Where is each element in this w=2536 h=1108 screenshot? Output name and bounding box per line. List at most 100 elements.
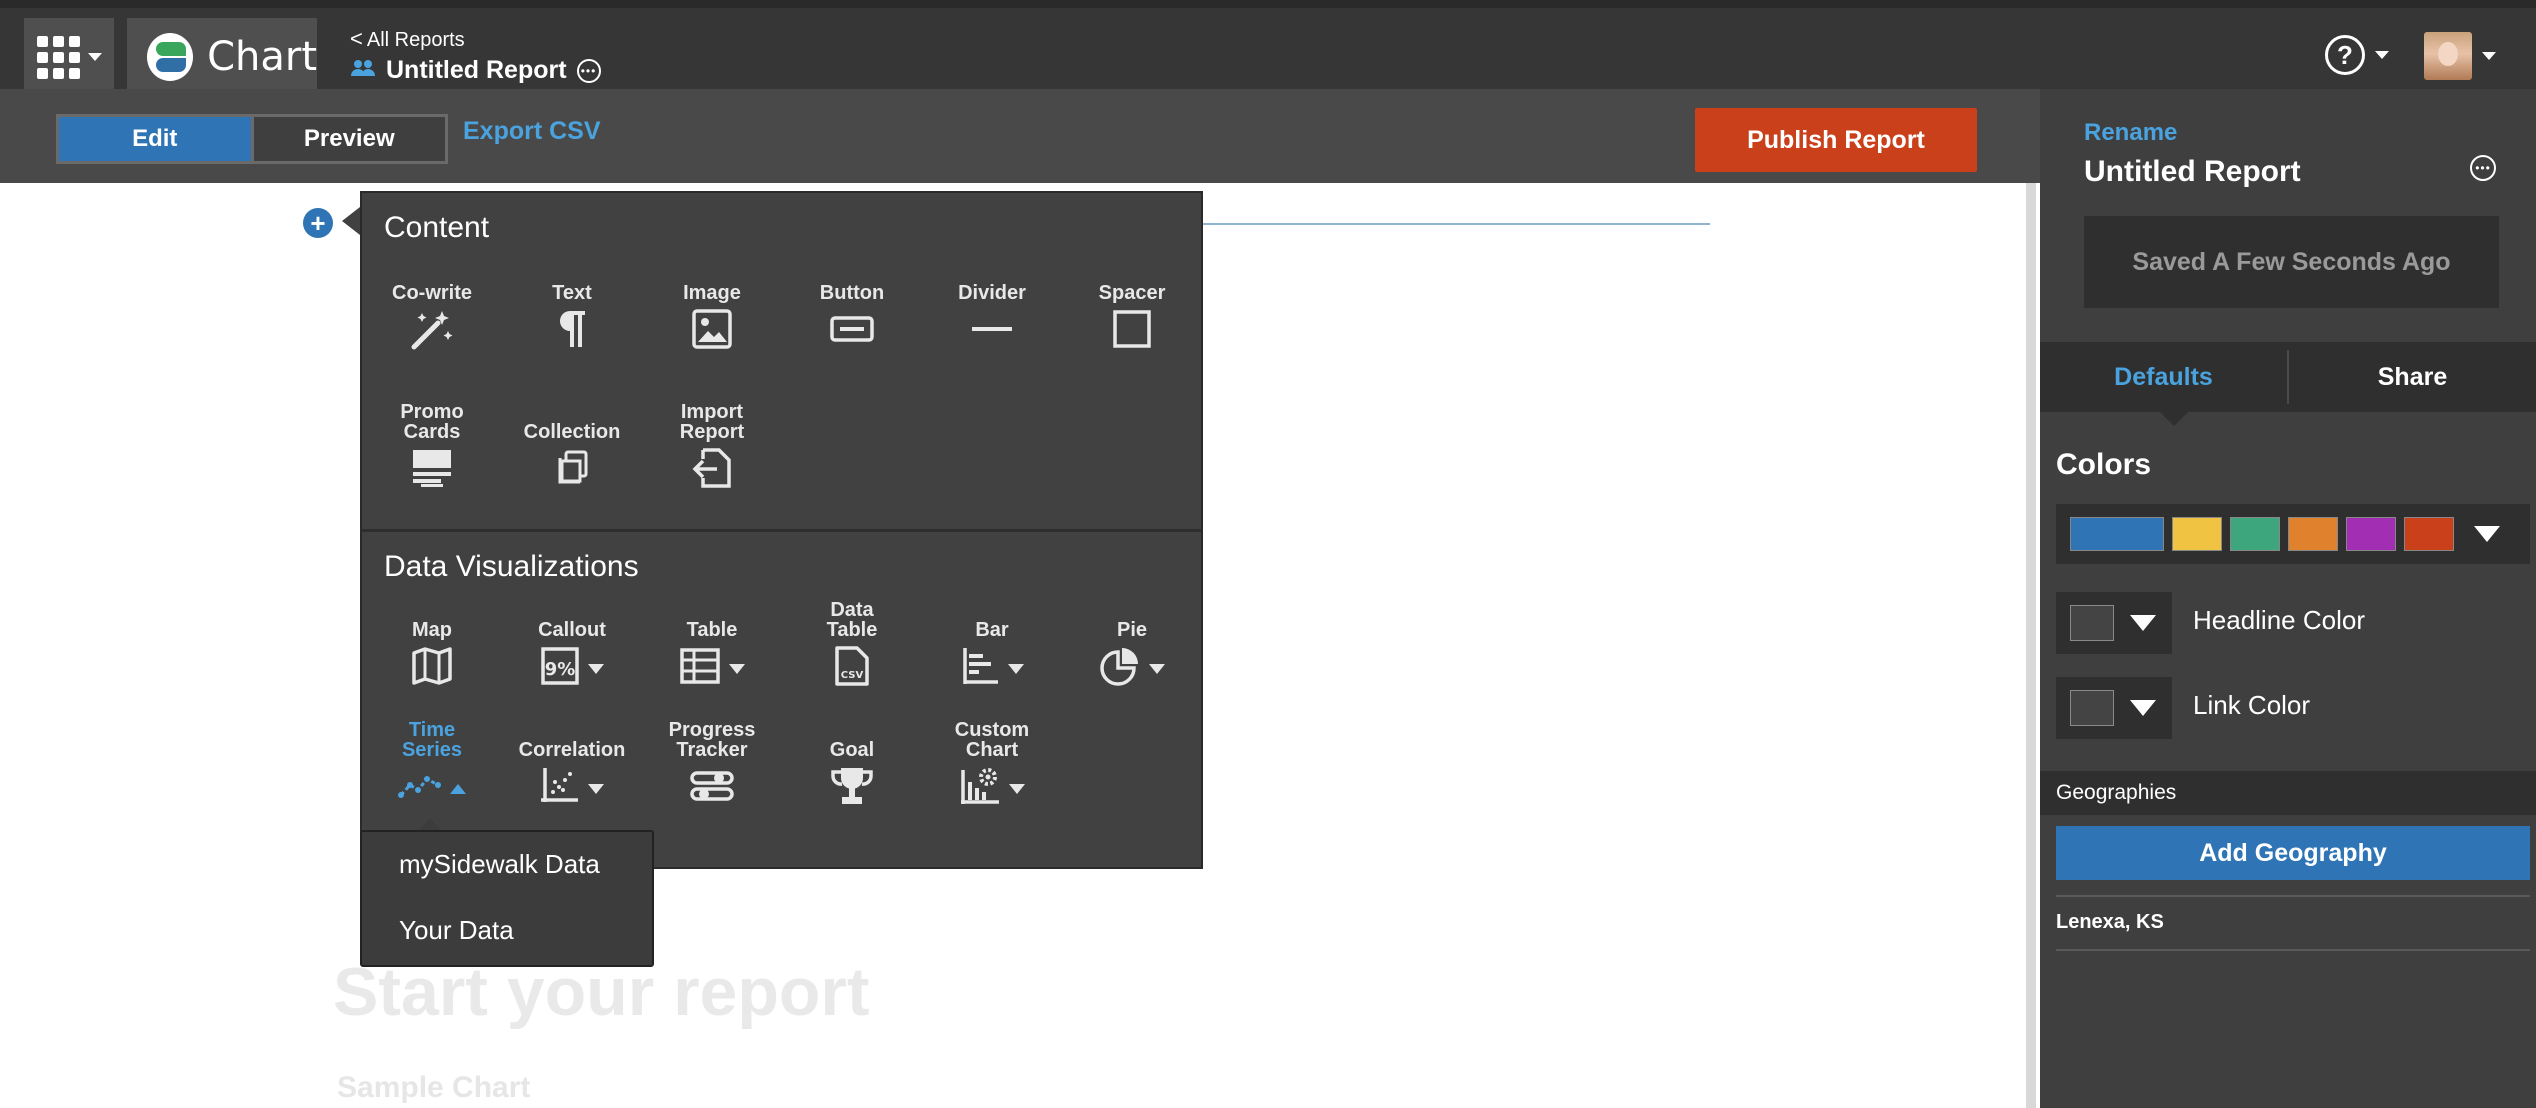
more-options-icon[interactable]: ••• [2470,155,2496,181]
palette-swatch [2070,517,2164,551]
time-series-icon [398,776,441,798]
chevron-down-icon [2130,700,2156,716]
chevron-up-icon[interactable] [450,784,466,794]
panel-report-title: Untitled Report [2084,155,2301,188]
tool-collection[interactable]: Collection [502,400,642,490]
tool-correlation[interactable]: Correlation [502,718,642,808]
content-heading: Content [384,211,490,244]
logo-icon [147,33,194,81]
button-icon [829,307,875,351]
chevron-down-icon[interactable] [1149,664,1165,674]
tab-defaults[interactable]: Defaults [2040,342,2287,412]
tool-table[interactable]: Table [642,598,782,688]
app-name: Chart [207,34,317,80]
palette-swatch [2288,517,2338,551]
chevron-down-icon [87,53,102,61]
rename-link[interactable]: Rename [2084,119,2177,147]
image-icon [691,307,733,351]
mode-toggle: Edit Preview [56,114,448,164]
paragraph-icon [555,307,589,351]
tool-map[interactable]: Map [362,598,502,688]
import-report-icon [691,446,733,490]
tool-text[interactable]: Text [502,261,642,351]
export-csv-link[interactable]: Export CSV [463,117,601,146]
avatar [2424,32,2472,80]
palette-swatch [2230,517,2280,551]
tool-bar[interactable]: Bar [922,598,1062,688]
placeholder-subtitle: Sample Chart [337,1071,531,1104]
csv-file-icon: CSV [833,644,871,688]
tool-pie[interactable]: Pie [1062,598,1202,688]
tool-import-report[interactable]: Import Report [642,400,782,490]
app-brand[interactable]: Chart [127,18,317,96]
color-swatch [2070,605,2114,641]
active-tab-indicator [2160,412,2188,426]
colors-heading: Colors [2056,448,2152,481]
tool-co-write[interactable]: Co-write [362,261,502,351]
menu-item-your-data[interactable]: Your Data [399,915,514,946]
scatter-icon [541,768,578,802]
collection-icon [552,446,592,490]
link-color-picker[interactable] [2056,677,2172,739]
tool-time-series[interactable]: Time Series [362,718,502,808]
divider [2056,895,2530,897]
chevron-down-icon[interactable] [729,664,745,674]
magic-wand-icon [408,307,456,351]
tool-custom-chart[interactable]: Custom Chart [922,718,1062,808]
help-menu-button[interactable]: ? [2325,35,2389,75]
help-icon: ? [2325,35,2365,75]
content-menu: Content Co-write Text Image Button Divid… [360,191,1203,869]
chevron-down-icon[interactable] [588,664,604,674]
geographies-heading: Geographies [2040,771,2536,815]
link-color-label: Link Color [2193,690,2311,720]
canvas-scrollbar[interactable] [2026,183,2036,1108]
chevron-down-icon[interactable] [2474,526,2500,542]
pie-chart-icon [1100,648,1138,686]
tool-image[interactable]: Image [642,261,782,351]
callout-icon: 9% [541,647,579,685]
editor-toolbar: Edit Preview Export CSV Publish Report [0,89,2040,183]
tool-goal[interactable]: Goal [782,718,922,808]
map-icon [411,644,453,688]
headline-color-picker[interactable] [2056,592,2172,654]
tool-promo-cards[interactable]: Promo Cards [362,400,502,490]
add-geography-button[interactable]: Add Geography [2056,826,2530,880]
chevron-down-icon[interactable] [588,784,604,794]
promo-cards-icon [411,446,453,490]
custom-chart-icon [961,768,999,804]
chevron-down-icon [2375,51,2389,59]
popover-arrow [342,207,360,235]
more-options-icon[interactable]: ••• [576,58,601,83]
tool-divider[interactable]: Divider [922,261,1062,351]
tool-data-table[interactable]: Data Table CSV [782,598,922,688]
chevron-down-icon[interactable] [1009,784,1025,794]
publish-report-button[interactable]: Publish Report [1695,108,1977,172]
tool-progress-tracker[interactable]: Progress Tracker [642,718,782,808]
edit-button[interactable]: Edit [59,117,251,161]
tab-share[interactable]: Share [2289,342,2536,412]
divider-icon [970,307,1014,351]
user-menu-button[interactable] [2424,32,2496,80]
breadcrumb-label: All Reports [366,29,465,51]
time-series-submenu: mySidewalk Data Your Data [360,830,654,967]
tool-spacer[interactable]: Spacer [1062,261,1202,351]
chevron-down-icon[interactable] [1008,664,1024,674]
geography-item[interactable]: Lenexa, KS [2056,911,2164,934]
menu-item-mysidewalk-data[interactable]: mySidewalk Data [399,849,600,880]
data-visualizations-heading: Data Visualizations [384,550,639,583]
color-palette-picker[interactable] [2056,504,2530,564]
callout-icon-text: 9% [545,659,576,680]
tool-button[interactable]: Button [782,261,922,351]
divider [2056,949,2530,951]
spacer-icon [1112,307,1152,351]
panel-tabs: Defaults Share [2040,342,2536,412]
save-status: Saved A Few Seconds Ago [2084,216,2499,308]
report-title: Untitled Report [386,56,567,84]
preview-button[interactable]: Preview [254,117,446,161]
tool-callout[interactable]: Callout 9% [502,598,642,688]
chevron-left-icon: < [350,26,363,51]
app-switcher-button[interactable] [24,18,114,96]
breadcrumb[interactable]: < All Reports [350,26,465,52]
add-block-button[interactable]: + [303,208,333,238]
palette-swatch [2172,517,2222,551]
